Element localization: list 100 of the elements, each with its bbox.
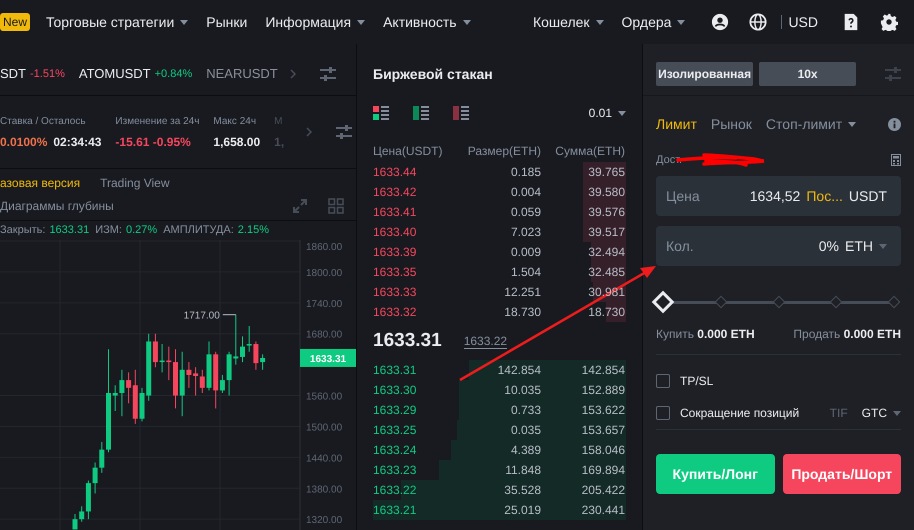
ask-price[interactable]: 1633.39 (373, 245, 459, 259)
bid-price[interactable]: 1633.31 (373, 363, 459, 377)
checkbox-label[interactable]: Сокращение позиций (680, 406, 800, 420)
order-total: 39.517 (587, 225, 625, 239)
caret-icon (618, 110, 626, 116)
ask-price[interactable]: 1633.32 (373, 305, 459, 319)
tif-dropdown[interactable]: GTC (862, 406, 901, 420)
caret-icon (357, 20, 366, 24)
stat-value: 02:34:43 (53, 134, 102, 149)
column-header: Цена(USDT) (373, 144, 444, 158)
order-type-tab[interactable]: Лимит (656, 116, 697, 132)
stat-label: Изменение за 24ч (115, 116, 200, 127)
nav-menu-item[interactable]: Информация (265, 14, 366, 30)
column-header: Сумма(ETH) (554, 144, 625, 158)
sell-short-button[interactable]: Продать/Шорт (782, 454, 901, 494)
slider-step-marker[interactable] (830, 296, 843, 308)
ask-price[interactable]: 1633.40 (373, 225, 459, 239)
bids-view-icon[interactable] (413, 105, 429, 121)
candle (260, 354, 266, 370)
bid-price[interactable]: 1633.24 (373, 443, 459, 457)
stat-value: 1,658.00 (213, 134, 260, 149)
slider-step-marker[interactable] (888, 296, 900, 308)
bid-price[interactable]: 1633.23 (373, 463, 459, 477)
ticker-symbol[interactable]: NEARUSDT (206, 66, 278, 82)
nav-menu-item[interactable]: Торговые стратегии (46, 14, 188, 30)
ohlc-value: 0.27% (126, 224, 158, 236)
chart-tab[interactable]: Trading View (100, 176, 170, 190)
leverage-button[interactable]: 10x (759, 62, 856, 86)
info-icon[interactable] (888, 118, 901, 130)
max-sell-text: Продать 0.000 ETH (793, 327, 901, 341)
nav-menu-item[interactable]: Ордера (622, 14, 686, 30)
mark-price-link[interactable]: 1633.22 (464, 334, 508, 348)
checkbox-label[interactable]: TP/SL (680, 374, 714, 388)
checkbox[interactable] (656, 374, 670, 388)
currency-selector[interactable]: USD (788, 14, 818, 30)
bid-price[interactable]: 1633.25 (373, 423, 459, 437)
order-size: 11.848 (504, 463, 541, 477)
ohlc-value: 2.15% (238, 224, 269, 236)
ask-price[interactable]: 1633.44 (373, 165, 459, 179)
slider-step-marker[interactable] (714, 296, 728, 308)
tick-size-dropdown[interactable]: 0.01 (588, 106, 626, 120)
caret-icon (893, 410, 901, 416)
order-size: 0.733 (510, 403, 541, 417)
candle (206, 340, 212, 391)
axis-label: 1860.00 (306, 242, 342, 253)
nav-menu-item[interactable]: Кошелек (532, 14, 604, 30)
order-size: 18.730 (503, 305, 541, 319)
user-icon[interactable] (711, 13, 730, 31)
sliders-icon[interactable] (336, 125, 352, 140)
chart-tab[interactable]: азовая версия (0, 176, 80, 190)
bid-price[interactable]: 1633.22 (373, 483, 459, 497)
axis-label: 1680.00 (306, 330, 342, 341)
order-total: 32.494 (587, 245, 625, 259)
order-size: 35.528 (503, 483, 541, 497)
ask-price[interactable]: 1633.35 (373, 265, 459, 279)
help-document-icon[interactable] (842, 13, 860, 31)
candle (173, 348, 178, 409)
margin-mode-button[interactable]: Изолированная (656, 62, 754, 86)
order-total: 158.046 (580, 443, 625, 457)
price-field[interactable]: Цена 1634,52 Пос... USDT (656, 176, 901, 216)
ticker-symbol[interactable]: SDT (0, 66, 26, 82)
chevron-right-icon[interactable] (306, 127, 312, 138)
ask-price[interactable]: 1633.41 (373, 205, 459, 219)
ask-price[interactable]: 1633.42 (373, 185, 459, 199)
globe-icon[interactable] (749, 13, 768, 31)
axis-label: 1740.00 (306, 298, 342, 310)
settings-icon[interactable] (880, 13, 898, 31)
checkbox[interactable] (656, 406, 670, 420)
stat-value: -15.61 -0.95% (115, 134, 191, 149)
both-sides-view-icon[interactable] (373, 105, 389, 121)
ask-price[interactable]: 1633.33 (373, 285, 459, 299)
sliders-icon[interactable] (885, 66, 901, 80)
sliders-icon[interactable] (320, 66, 336, 81)
calculator-icon[interactable] (891, 154, 901, 166)
ticker-symbol[interactable]: ATOMUSDT (78, 66, 151, 82)
order-type-tab[interactable]: Стоп-лимит (766, 116, 856, 132)
asks-view-icon[interactable] (453, 105, 469, 121)
order-total: 39.576 (587, 205, 625, 219)
max-buy-text: Купить 0.000 ETH (656, 327, 755, 341)
order-total: 39.580 (587, 185, 625, 199)
bid-price[interactable]: 1633.29 (373, 403, 459, 417)
expand-icon[interactable] (292, 198, 308, 214)
order-type-tab[interactable]: Рынок (710, 116, 752, 132)
depth-chart-tab[interactable]: Диаграммы глубины (0, 198, 114, 213)
slider-step-marker[interactable] (772, 296, 785, 308)
bid-price[interactable]: 1633.30 (373, 383, 459, 397)
grid-icon[interactable] (328, 198, 344, 214)
caret-icon (462, 20, 471, 24)
bid-price[interactable]: 1633.21 (373, 503, 459, 517)
stat-label: Ставка / Осталось (0, 116, 87, 127)
order-total: 230.441 (580, 503, 625, 517)
nav-menu-item[interactable]: Рынки (206, 14, 248, 30)
last-price-link[interactable]: Пос... (806, 188, 843, 204)
quantity-field[interactable]: Кол. 0% ETH (656, 226, 901, 266)
nav-menu-item[interactable]: Активность (383, 14, 471, 30)
candle (72, 514, 78, 530)
order-size: 25.019 (503, 503, 541, 517)
chevron-right-icon[interactable] (290, 68, 296, 79)
order-total: 32.485 (587, 265, 625, 279)
caret-icon (879, 244, 887, 248)
